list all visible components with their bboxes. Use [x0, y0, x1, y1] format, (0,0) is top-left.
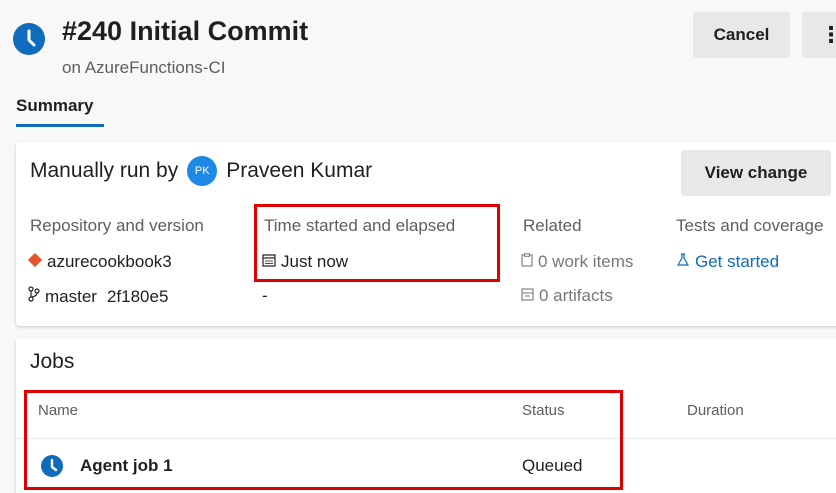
tab-active-indicator	[16, 124, 104, 127]
artifacts-link[interactable]: 0 artifacts	[521, 286, 613, 306]
more-actions-button[interactable]: ⋮	[802, 12, 836, 58]
repo-version-label: Repository and version	[30, 216, 204, 235]
branch-icon	[28, 286, 40, 307]
time-highlight-box	[254, 204, 500, 282]
tab-summary[interactable]: Summary	[16, 96, 93, 116]
commit-id: 2f180e5	[106, 286, 169, 306]
git-repo-icon	[27, 252, 43, 272]
branch-commit[interactable]: master 2f180e5	[28, 286, 168, 307]
run-title: #240 Initial Commit	[62, 16, 309, 46]
user-name[interactable]: Praveen Kumar	[226, 159, 372, 183]
column-header-duration: Duration	[687, 402, 744, 419]
elapsed-value: -	[262, 286, 268, 305]
run-by-line: Manually run by PK Praveen Kumar	[30, 156, 372, 186]
repo-name: azurecookbook3	[47, 252, 172, 271]
get-started-link[interactable]: Get started	[676, 252, 779, 272]
pipeline-name: on AzureFunctions-CI	[62, 58, 226, 77]
artifacts-count: 0 artifacts	[539, 286, 613, 305]
get-started-text: Get started	[695, 252, 780, 271]
view-change-button[interactable]: View change	[681, 150, 831, 196]
run-by-prefix: Manually run by	[30, 159, 179, 182]
tests-label: Tests and coverage	[676, 216, 824, 235]
jobs-highlight-box	[24, 390, 623, 490]
work-items-count: 0 work items	[538, 252, 634, 271]
queued-clock-icon	[13, 23, 45, 55]
clipboard-icon	[521, 252, 533, 272]
work-items-link[interactable]: 0 work items	[521, 252, 633, 272]
avatar: PK	[187, 156, 218, 186]
branch-name: master	[45, 286, 97, 306]
cancel-button[interactable]: Cancel	[693, 12, 790, 58]
flask-icon	[676, 252, 690, 272]
run-header: #240 Initial Commit on AzureFunctions-CI…	[0, 0, 836, 140]
artifact-icon	[521, 286, 534, 306]
repo-link[interactable]: azurecookbook3	[27, 252, 172, 272]
related-label: Related	[523, 216, 582, 235]
jobs-title: Jobs	[30, 350, 75, 373]
